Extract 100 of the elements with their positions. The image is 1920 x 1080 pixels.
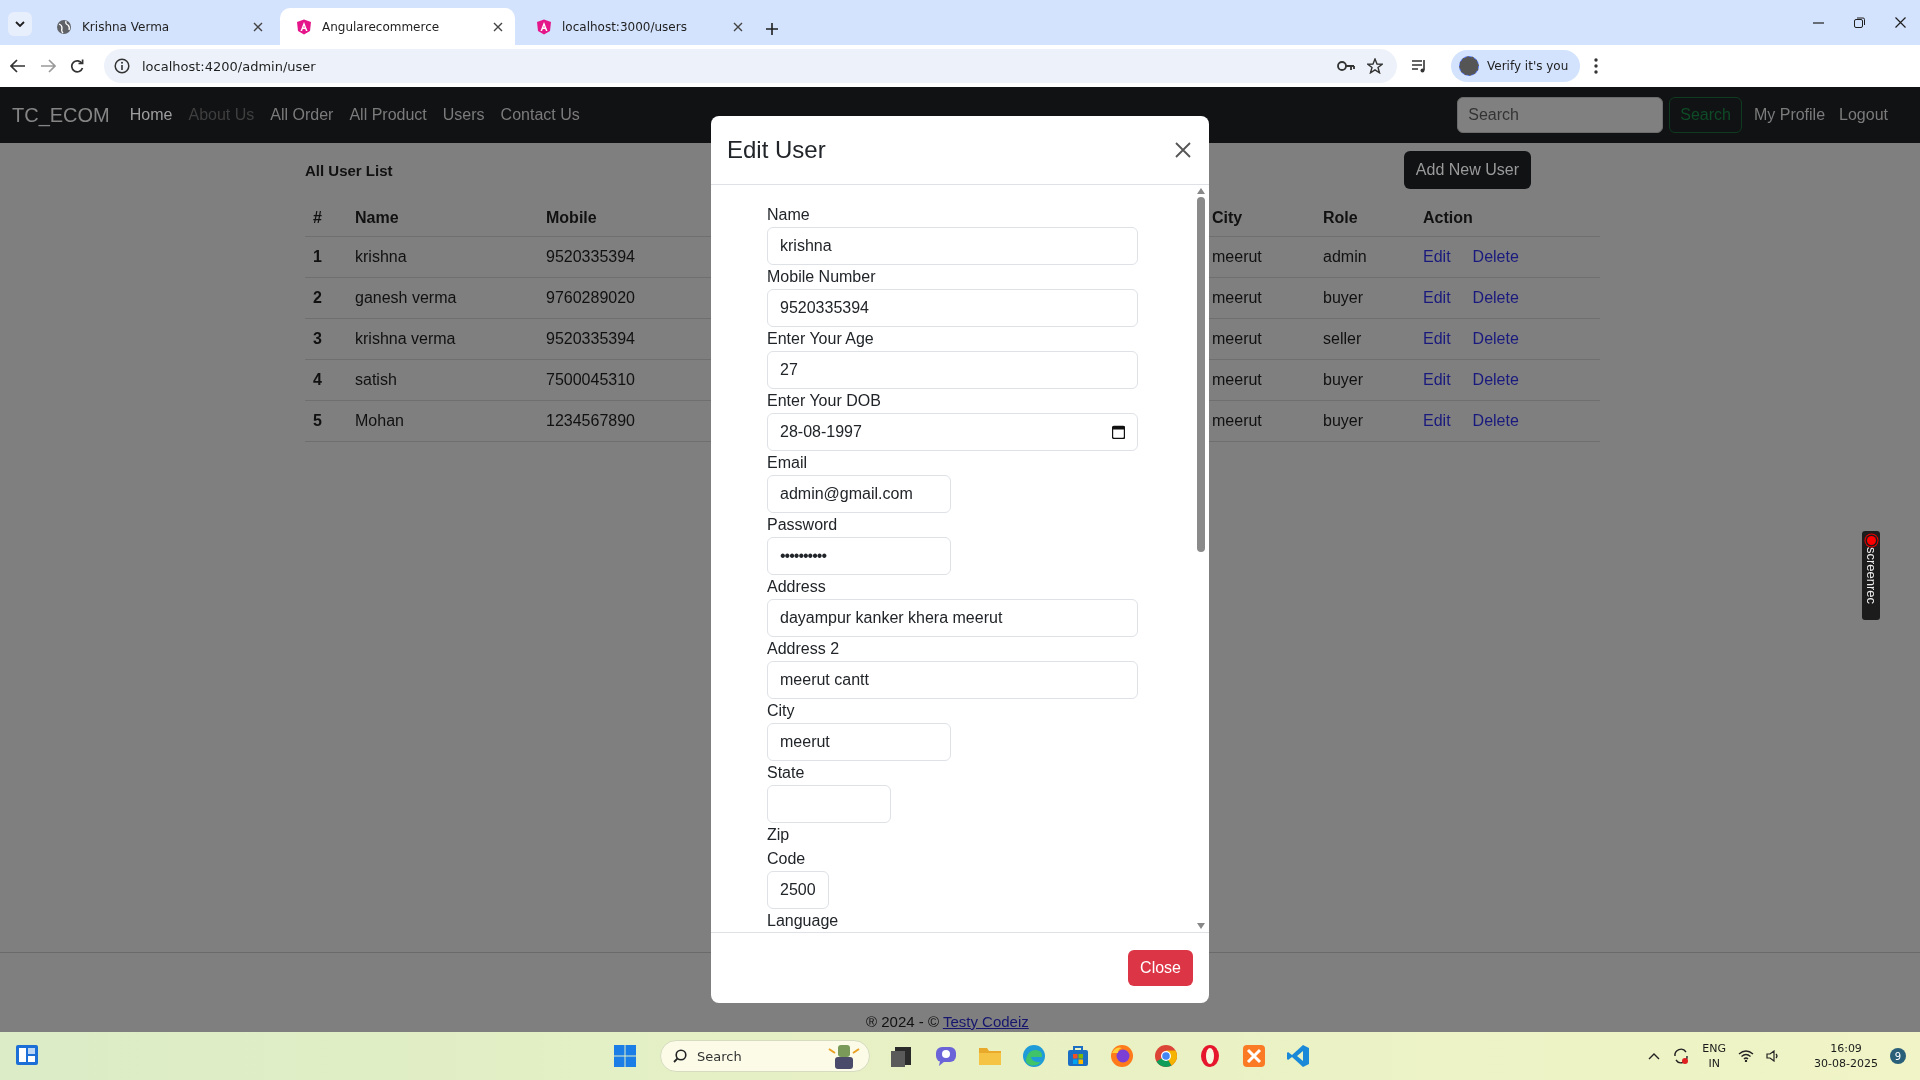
app-window-icon[interactable] bbox=[890, 1044, 914, 1068]
table-cell: krishna bbox=[355, 248, 407, 266]
scrollbar[interactable] bbox=[1195, 188, 1207, 929]
table-cell: buyer bbox=[1323, 289, 1364, 307]
start-icon[interactable] bbox=[614, 1045, 636, 1067]
recorder-badge[interactable]: screenrec bbox=[1862, 531, 1880, 620]
input-field[interactable]: 2500 bbox=[767, 871, 829, 909]
column-header: City bbox=[1212, 209, 1243, 227]
field-label: Email bbox=[767, 453, 808, 473]
table-cell: Mohan bbox=[355, 412, 404, 430]
widgets-icon[interactable] bbox=[16, 1045, 38, 1065]
opera-icon[interactable] bbox=[1198, 1044, 1222, 1068]
close-icon[interactable] bbox=[1895, 17, 1906, 28]
table-cell: 5 bbox=[313, 412, 322, 430]
search-field[interactable]: Search bbox=[1457, 97, 1664, 133]
new-tab-icon[interactable] bbox=[766, 23, 778, 35]
input-field[interactable]: 9520335394 bbox=[767, 289, 1138, 327]
brand-name[interactable]: TC_ECOM bbox=[12, 103, 110, 127]
key-icon[interactable] bbox=[1337, 60, 1355, 72]
recorder-label: screenrec bbox=[1863, 547, 1879, 605]
taskbar-search-field[interactable]: Search bbox=[660, 1040, 870, 1072]
close-icon[interactable] bbox=[733, 21, 743, 32]
angular-logo-icon bbox=[536, 18, 552, 35]
table-cell: krishna verma bbox=[355, 330, 456, 348]
table-cell: admin bbox=[1323, 248, 1367, 266]
browser-tab[interactable]: Krishna Verma bbox=[40, 8, 275, 45]
nav-link[interactable]: Contact Us bbox=[500, 106, 580, 124]
angular-logo-icon bbox=[296, 18, 312, 35]
action-link[interactable]: Delete bbox=[1472, 248, 1519, 266]
figure-drawing bbox=[827, 1043, 861, 1069]
notification-badge[interactable]: 9 bbox=[1890, 1048, 1906, 1064]
info-icon[interactable] bbox=[114, 58, 130, 74]
input-field[interactable]: krishna bbox=[767, 227, 1138, 265]
chrome-icon[interactable] bbox=[1154, 1044, 1178, 1068]
address-bar[interactable]: localhost:4200/admin/user bbox=[104, 49, 1397, 83]
table-cell: meerut bbox=[1212, 371, 1262, 389]
wifi-icon[interactable] bbox=[1738, 1050, 1755, 1062]
globe-icon bbox=[56, 18, 72, 35]
close-icon[interactable] bbox=[493, 21, 503, 32]
column-header: Mobile bbox=[546, 209, 597, 227]
tab-list-button[interactable] bbox=[8, 12, 32, 36]
action-link[interactable]: Edit bbox=[1423, 289, 1451, 307]
chevron-up-icon[interactable] bbox=[1648, 1052, 1661, 1060]
input-field[interactable]: dayampur kanker khera meerut bbox=[767, 599, 1138, 637]
input-field[interactable] bbox=[767, 785, 891, 823]
nav-link[interactable]: All Order bbox=[270, 106, 334, 124]
password-field[interactable]: •••••••••• bbox=[767, 537, 951, 575]
profile-button[interactable]: Verify it's you bbox=[1451, 50, 1581, 82]
back-icon[interactable] bbox=[10, 59, 26, 73]
action-link[interactable]: Delete bbox=[1472, 412, 1519, 430]
edge-icon[interactable] bbox=[1022, 1044, 1046, 1068]
close-icon[interactable] bbox=[253, 21, 263, 32]
clock[interactable]: 16:09 30-08-2025 bbox=[1814, 1041, 1878, 1071]
nav-link[interactable]: All Product bbox=[349, 106, 427, 124]
copyright-text: ® 2024 - © Testy Codeiz bbox=[866, 1013, 1030, 1030]
more-icon[interactable] bbox=[1594, 58, 1599, 74]
reload-icon[interactable] bbox=[70, 59, 84, 73]
nav-link[interactable]: Logout bbox=[1839, 106, 1888, 124]
nav-link[interactable]: Users bbox=[442, 106, 485, 124]
browser-tab[interactable]: localhost:3000/users bbox=[520, 8, 755, 45]
action-link[interactable]: Delete bbox=[1472, 289, 1519, 307]
star-icon[interactable] bbox=[1367, 58, 1383, 74]
forward-icon[interactable] bbox=[40, 59, 56, 73]
volume-icon[interactable] bbox=[1766, 1050, 1781, 1062]
table-cell: seller bbox=[1323, 330, 1362, 348]
field-label: Name bbox=[767, 205, 811, 225]
field-label: Address bbox=[767, 577, 827, 597]
column-header: # bbox=[313, 209, 322, 227]
action-link[interactable]: Edit bbox=[1423, 371, 1451, 389]
action-link[interactable]: Delete bbox=[1472, 330, 1519, 348]
input-field[interactable]: admin@gmail.com bbox=[767, 475, 951, 513]
scroll-down-icon[interactable] bbox=[1197, 923, 1205, 929]
firefox-icon[interactable] bbox=[1110, 1044, 1134, 1068]
scroll-up-icon[interactable] bbox=[1197, 188, 1205, 194]
field-label: Enter Your Age bbox=[767, 329, 875, 349]
date-field[interactable]: 28-08-1997 bbox=[767, 413, 1138, 451]
xampp-icon[interactable] bbox=[1242, 1044, 1266, 1068]
input-field[interactable]: meerut cantt bbox=[767, 661, 1138, 699]
action-link[interactable]: Edit bbox=[1423, 248, 1451, 266]
store-icon[interactable] bbox=[1066, 1044, 1090, 1068]
nav-link[interactable]: Home bbox=[129, 106, 173, 124]
action-link[interactable]: Edit bbox=[1423, 412, 1451, 430]
nav-link[interactable]: My Profile bbox=[1753, 106, 1826, 124]
code-editor-icon[interactable] bbox=[1286, 1044, 1310, 1068]
chat-icon[interactable] bbox=[934, 1044, 958, 1068]
input-field[interactable]: 27 bbox=[767, 351, 1138, 389]
table-cell: meerut bbox=[1212, 248, 1262, 266]
sync-icon[interactable] bbox=[1672, 1047, 1691, 1065]
close-button[interactable]: Close bbox=[1128, 950, 1193, 986]
add-user-button[interactable]: Add New User bbox=[1403, 151, 1531, 189]
browser-tab[interactable]: Angularecommerce bbox=[280, 8, 515, 45]
footer-link[interactable]: Testy Codeiz bbox=[942, 1013, 1029, 1030]
language-indicator[interactable]: ENG IN bbox=[1702, 1041, 1727, 1071]
media-queue-icon[interactable] bbox=[1411, 59, 1427, 73]
restore-icon[interactable] bbox=[1854, 17, 1865, 28]
close-icon[interactable] bbox=[1175, 142, 1191, 158]
calendar-icon[interactable] bbox=[1112, 425, 1125, 439]
action-link[interactable]: Delete bbox=[1472, 371, 1519, 389]
input-field[interactable]: meerut bbox=[767, 723, 951, 761]
action-link[interactable]: Edit bbox=[1423, 330, 1451, 348]
